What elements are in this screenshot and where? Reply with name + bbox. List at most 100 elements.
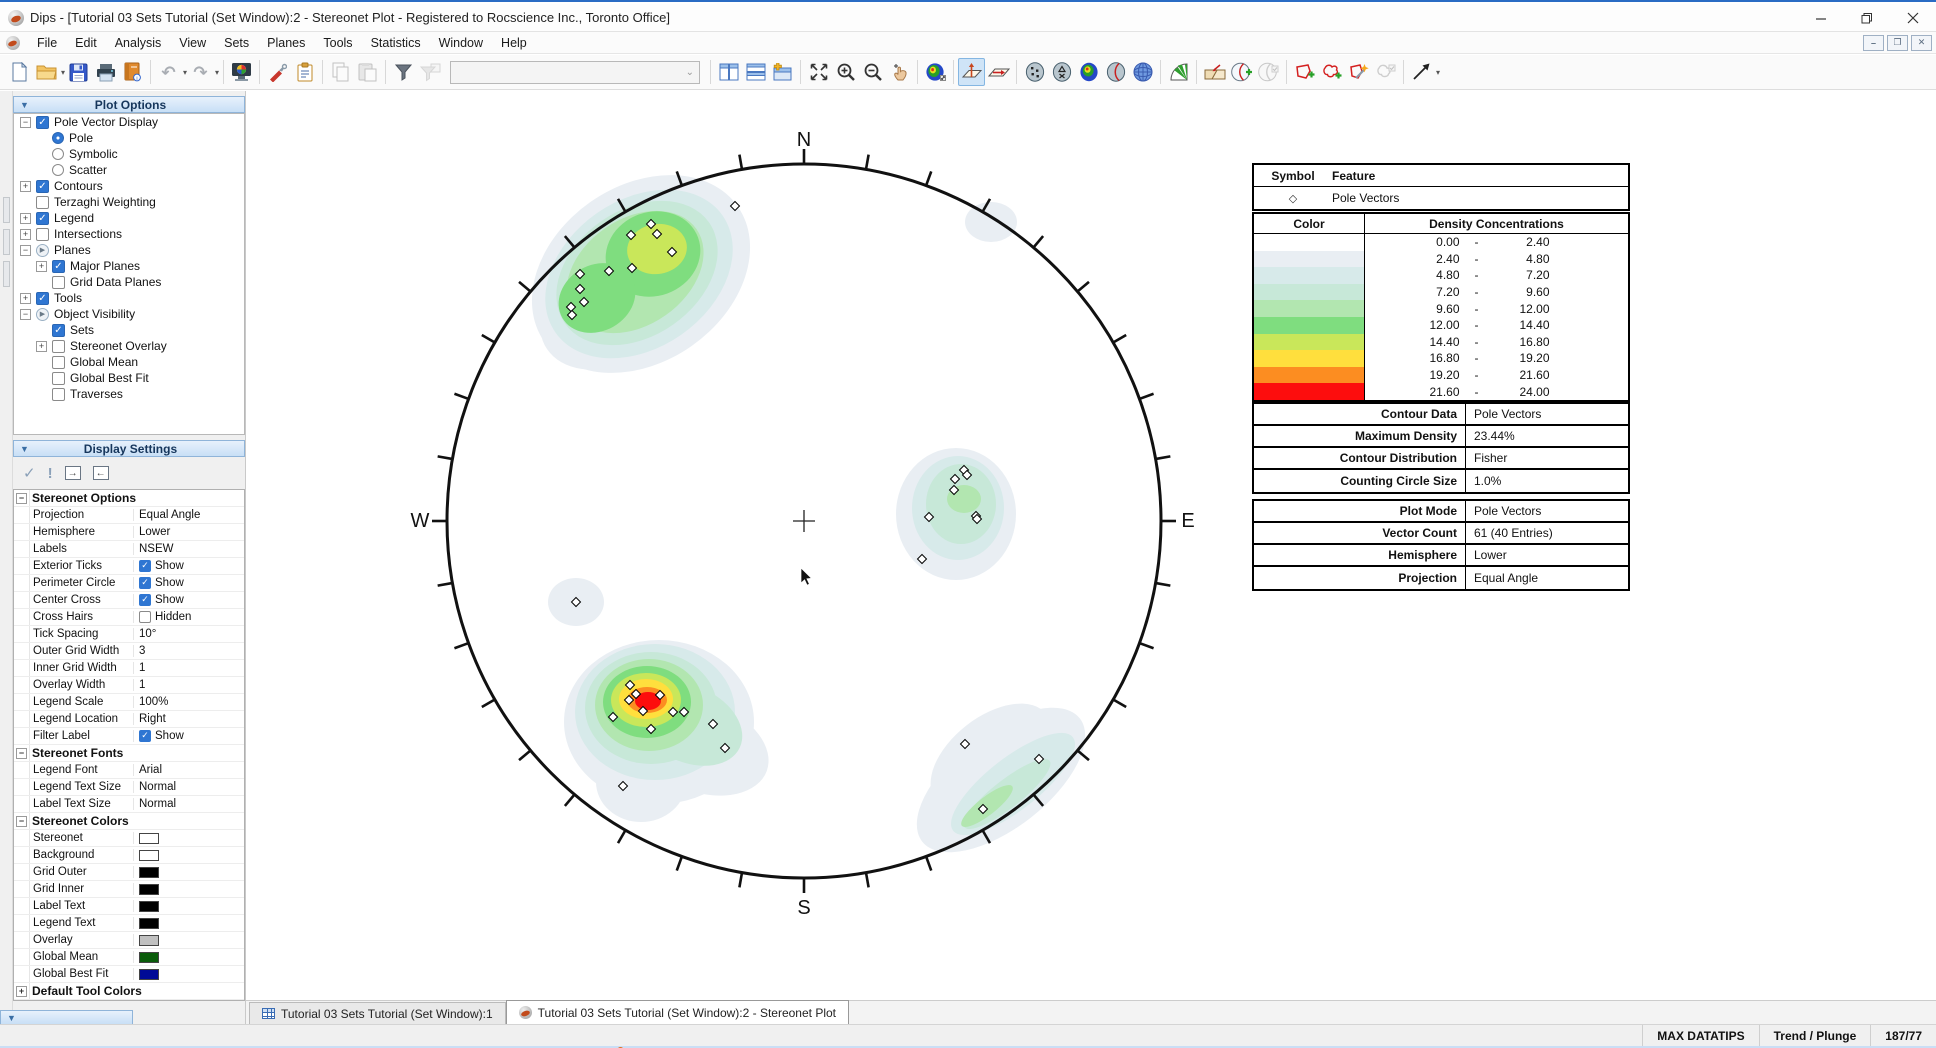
checkbox-icon[interactable] [52, 356, 65, 369]
symbolic-plot-button[interactable] [1048, 58, 1075, 86]
radio-icon[interactable] [52, 132, 64, 144]
new-file-button[interactable] [6, 58, 33, 86]
checkbox-icon[interactable]: ✓ [36, 212, 49, 225]
tree-item-stereonet-overlay[interactable]: +Stereonet Overlay [14, 338, 244, 354]
color-swatch[interactable] [139, 850, 159, 861]
prop-value[interactable]: Equal Angle [134, 509, 244, 521]
prop-value[interactable] [134, 833, 244, 844]
menu-edit[interactable]: Edit [66, 34, 106, 52]
add-set-freehand-button[interactable] [1318, 58, 1345, 86]
prop-group-stereonet-colors[interactable]: −Stereonet Colors [14, 813, 244, 830]
tree-item-planes[interactable]: −▶Planes [14, 242, 244, 258]
prop-value[interactable]: ✓Show [134, 560, 244, 572]
document-tab[interactable]: Tutorial 03 Sets Tutorial (Set Window):2… [506, 1000, 849, 1024]
tree-item-pole-vector-display[interactable]: −✓Pole Vector Display [14, 114, 244, 130]
plot-options-header[interactable]: ▼ Plot Options [13, 96, 245, 113]
prop-value[interactable] [134, 867, 244, 878]
checkbox-icon[interactable]: ✓ [52, 260, 65, 273]
collapsed-sidebar-tab[interactable] [3, 229, 10, 255]
prop-row-hemisphere[interactable]: HemisphereLower [14, 524, 244, 541]
prop-value[interactable]: Normal [134, 781, 244, 793]
apply-check-icon[interactable]: ✓ [23, 464, 36, 482]
value-checkbox-icon[interactable]: ✓ [139, 730, 151, 742]
checkbox-icon[interactable]: ✓ [36, 292, 49, 305]
tree-item-scatter[interactable]: Scatter [14, 162, 244, 178]
prop-row-label-text[interactable]: Label Text [14, 898, 244, 915]
expander-icon[interactable]: + [36, 261, 47, 272]
group-expander-icon[interactable]: − [16, 493, 27, 504]
prop-group-stereonet-fonts[interactable]: −Stereonet Fonts [14, 745, 244, 762]
contour-plot-button[interactable] [1075, 58, 1102, 86]
prop-value[interactable] [134, 850, 244, 861]
tree-item-pole[interactable]: Pole [14, 130, 244, 146]
color-swatch[interactable] [139, 884, 159, 895]
add-plane-button[interactable] [1228, 58, 1255, 86]
save-button[interactable] [65, 58, 92, 86]
tile-horizontal-button[interactable] [742, 58, 769, 86]
tutorial-book-button[interactable]: i [119, 58, 146, 86]
expander-icon[interactable]: + [20, 229, 31, 240]
zoom-in-button[interactable] [832, 58, 859, 86]
export-settings-icon[interactable]: → [65, 466, 81, 480]
prop-row-legend-text-size[interactable]: Legend Text SizeNormal [14, 779, 244, 796]
tree-item-global-best-fit[interactable]: Global Best Fit [14, 370, 244, 386]
color-swatch[interactable] [139, 833, 159, 844]
prop-row-grid-inner[interactable]: Grid Inner [14, 881, 244, 898]
defaults-exclamation-icon[interactable]: ! [48, 465, 53, 482]
prop-row-cross-hairs[interactable]: Cross HairsHidden [14, 609, 244, 626]
prop-row-stereonet[interactable]: Stereonet [14, 830, 244, 847]
tree-item-tools[interactable]: +✓Tools [14, 290, 244, 306]
group-arrow-icon[interactable]: ▶ [36, 308, 49, 321]
prop-row-overlay-width[interactable]: Overlay Width1 [14, 677, 244, 694]
value-checkbox-icon[interactable]: ✓ [139, 560, 151, 572]
dip-vector-plot-button[interactable] [985, 58, 1012, 86]
prop-value[interactable]: ✓Show [134, 594, 244, 606]
zoom-out-button[interactable] [859, 58, 886, 86]
radio-icon[interactable] [52, 148, 64, 160]
prop-row-legend-location[interactable]: Legend LocationRight [14, 711, 244, 728]
tree-item-major-planes[interactable]: +✓Major Planes [14, 258, 244, 274]
prop-row-projection[interactable]: ProjectionEqual Angle [14, 507, 244, 524]
prop-row-labels[interactable]: LabelsNSEW [14, 541, 244, 558]
color-swatch[interactable] [139, 969, 159, 980]
tools-button[interactable] [264, 58, 291, 86]
checkbox-icon[interactable] [52, 276, 65, 289]
tile-vertical-button[interactable] [715, 58, 742, 86]
tree-item-terzaghi-weighting[interactable]: Terzaghi Weighting [14, 194, 244, 210]
prop-row-label-text-size[interactable]: Label Text SizeNormal [14, 796, 244, 813]
expander-icon[interactable]: + [36, 341, 47, 352]
prop-row-global-mean[interactable]: Global Mean [14, 949, 244, 966]
filter-report-button[interactable] [417, 58, 444, 86]
prop-group-stereonet-options[interactable]: −Stereonet Options [14, 490, 244, 507]
menu-window[interactable]: Window [430, 34, 492, 52]
paste-button[interactable] [354, 58, 381, 86]
collapsed-sidebar-tab[interactable] [3, 261, 10, 287]
edit-properties-button[interactable] [291, 58, 318, 86]
zoom-extents-button[interactable] [805, 58, 832, 86]
menu-analysis[interactable]: Analysis [106, 34, 171, 52]
prop-value[interactable]: 1 [134, 662, 244, 674]
value-checkbox-icon[interactable]: ✓ [139, 594, 151, 606]
stretch-plot-button[interactable] [922, 58, 949, 86]
prop-row-perimeter-circle[interactable]: Perimeter Circle✓Show [14, 575, 244, 592]
pan-button[interactable] [886, 58, 913, 86]
prop-value[interactable] [134, 952, 244, 963]
value-checkbox-icon[interactable]: ✓ [139, 577, 151, 589]
tree-item-contours[interactable]: +✓Contours [14, 178, 244, 194]
tree-item-object-visibility[interactable]: −▶Object Visibility [14, 306, 244, 322]
tree-item-global-mean[interactable]: Global Mean [14, 354, 244, 370]
collapsed-panel-header[interactable]: ▼ [0, 1010, 133, 1025]
checkbox-icon[interactable] [52, 388, 65, 401]
expander-icon[interactable]: − [20, 309, 31, 320]
restore-button[interactable] [1844, 4, 1890, 31]
prop-value[interactable] [134, 901, 244, 912]
checkbox-icon[interactable] [36, 196, 49, 209]
close-button[interactable] [1890, 4, 1936, 31]
set-wizard-button[interactable] [1345, 58, 1372, 86]
rosette-plot-button[interactable] [1165, 58, 1192, 86]
checkbox-icon[interactable]: ✓ [36, 116, 49, 129]
checkbox-icon[interactable] [52, 372, 65, 385]
edit-plane-button[interactable] [1255, 58, 1282, 86]
edit-set-button[interactable] [1372, 58, 1399, 86]
prop-row-background[interactable]: Background [14, 847, 244, 864]
